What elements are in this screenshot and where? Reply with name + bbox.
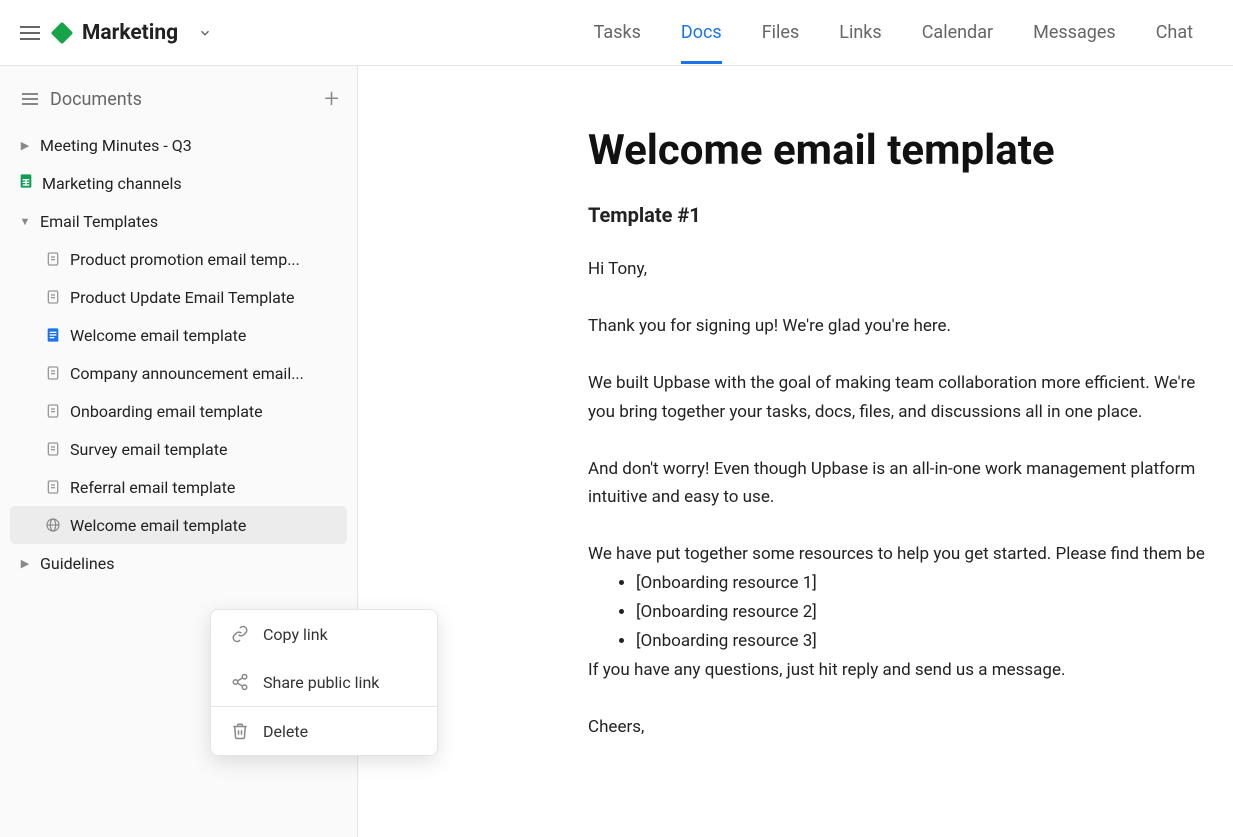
- list-item: [Onboarding resource 1]: [636, 569, 1233, 598]
- link-icon: [231, 625, 249, 643]
- tree-item-product-promotion[interactable]: Product promotion email temp...: [10, 240, 347, 278]
- tree-item-label: Guidelines: [40, 554, 114, 573]
- tree-item-company-announcement[interactable]: Company announcement email...: [10, 354, 347, 392]
- menu-delete[interactable]: Delete: [211, 707, 437, 755]
- tree-item-welcome-gdoc[interactable]: Welcome email template: [10, 316, 347, 354]
- chevron-down-icon[interactable]: [198, 26, 212, 40]
- menu-copy-link[interactable]: Copy link: [211, 610, 437, 658]
- paragraph-2a: We built Upbase with the goal of making …: [588, 369, 1233, 398]
- google-doc-icon: [44, 326, 62, 344]
- globe-icon: [44, 516, 62, 534]
- add-document-button[interactable]: +: [324, 86, 339, 112]
- tree-item-label: Onboarding email template: [70, 402, 263, 421]
- tab-chat[interactable]: Chat: [1156, 2, 1193, 64]
- tree-item-survey[interactable]: Survey email template: [10, 430, 347, 468]
- caret-right-icon: ▶: [18, 557, 32, 570]
- tree-item-label: Product Update Email Template: [70, 288, 295, 307]
- document-tree: ▶ Meeting Minutes - Q3 ▶ Marketing chann…: [0, 126, 357, 582]
- tab-links[interactable]: Links: [839, 2, 881, 64]
- tree-item-email-templates[interactable]: ▼ Email Templates: [10, 202, 347, 240]
- app-header: Marketing Tasks Docs Files Links Calenda…: [0, 0, 1233, 66]
- signoff: Cheers,: [588, 713, 1233, 742]
- caret-down-icon: ▼: [18, 215, 32, 228]
- tree-item-label: Company announcement email...: [70, 364, 304, 383]
- paragraph-2b: you bring together your tasks, docs, fil…: [588, 398, 1233, 427]
- paragraph-3b: intuitive and easy to use.: [588, 483, 1233, 512]
- header-left: Marketing: [20, 21, 212, 45]
- paragraph-4: We have put together some resources to h…: [588, 540, 1233, 569]
- tab-messages[interactable]: Messages: [1033, 2, 1116, 64]
- document-title: Welcome email template: [588, 126, 1233, 175]
- context-menu: Copy link Share public link Delete: [210, 609, 438, 756]
- doc-icon: [44, 288, 62, 306]
- menu-icon[interactable]: [20, 26, 40, 40]
- tree-item-label: Email Templates: [40, 212, 158, 231]
- menu-share-public[interactable]: Share public link: [211, 658, 437, 706]
- tree-item-guidelines[interactable]: ▶ Guidelines: [10, 544, 347, 582]
- sidebar-title: Documents: [50, 89, 142, 110]
- doc-icon: [44, 364, 62, 382]
- nav-tabs: Tasks Docs Files Links Calendar Messages…: [594, 0, 1213, 65]
- tree-item-label: Meeting Minutes - Q3: [40, 136, 192, 155]
- tree-item-marketing-channels[interactable]: ▶ Marketing channels: [10, 164, 347, 202]
- tree-item-label: Welcome email template: [70, 516, 246, 535]
- tree-item-meeting-minutes[interactable]: ▶ Meeting Minutes - Q3: [10, 126, 347, 164]
- menu-label: Share public link: [263, 673, 379, 692]
- tree-item-label: Referral email template: [70, 478, 235, 497]
- menu-label: Copy link: [263, 625, 328, 644]
- tab-calendar[interactable]: Calendar: [922, 2, 993, 64]
- tree-item-welcome-public[interactable]: Welcome email template: [10, 506, 347, 544]
- trash-icon: [231, 722, 249, 740]
- tree-item-label: Welcome email template: [70, 326, 246, 345]
- tree-item-label: Marketing channels: [42, 174, 182, 193]
- paragraph-5: If you have any questions, just hit repl…: [588, 656, 1233, 685]
- tree-item-label: Product promotion email temp...: [70, 250, 300, 269]
- share-icon: [231, 673, 249, 691]
- document-viewer: Welcome email template Template #1 Hi To…: [358, 66, 1233, 837]
- paragraph-1: Thank you for signing up! We're glad you…: [588, 312, 1233, 341]
- workspace-logo-icon: [51, 21, 74, 44]
- document-body: Hi Tony, Thank you for signing up! We're…: [588, 255, 1233, 742]
- tree-item-referral[interactable]: Referral email template: [10, 468, 347, 506]
- sheets-icon: [18, 173, 34, 193]
- tab-docs[interactable]: Docs: [681, 2, 722, 64]
- paragraph-3a: And don't worry! Even though Upbase is a…: [588, 455, 1233, 484]
- tree-item-label: Survey email template: [70, 440, 227, 459]
- section-heading: Template #1: [588, 203, 1233, 227]
- tab-tasks[interactable]: Tasks: [594, 2, 641, 64]
- workspace-title[interactable]: Marketing: [82, 21, 178, 45]
- doc-icon: [44, 478, 62, 496]
- list-icon: [22, 93, 38, 105]
- tab-files[interactable]: Files: [762, 2, 800, 64]
- greeting-line: Hi Tony,: [588, 255, 1233, 284]
- doc-icon: [44, 402, 62, 420]
- list-item: [Onboarding resource 3]: [636, 627, 1233, 656]
- doc-icon: [44, 250, 62, 268]
- doc-icon: [44, 440, 62, 458]
- sidebar-header: Documents +: [0, 78, 357, 126]
- resource-list: [Onboarding resource 1] [Onboarding reso…: [588, 569, 1233, 656]
- caret-right-icon: ▶: [18, 139, 32, 152]
- list-item: [Onboarding resource 2]: [636, 598, 1233, 627]
- menu-label: Delete: [263, 722, 308, 741]
- tree-item-onboarding[interactable]: Onboarding email template: [10, 392, 347, 430]
- tree-item-product-update[interactable]: Product Update Email Template: [10, 278, 347, 316]
